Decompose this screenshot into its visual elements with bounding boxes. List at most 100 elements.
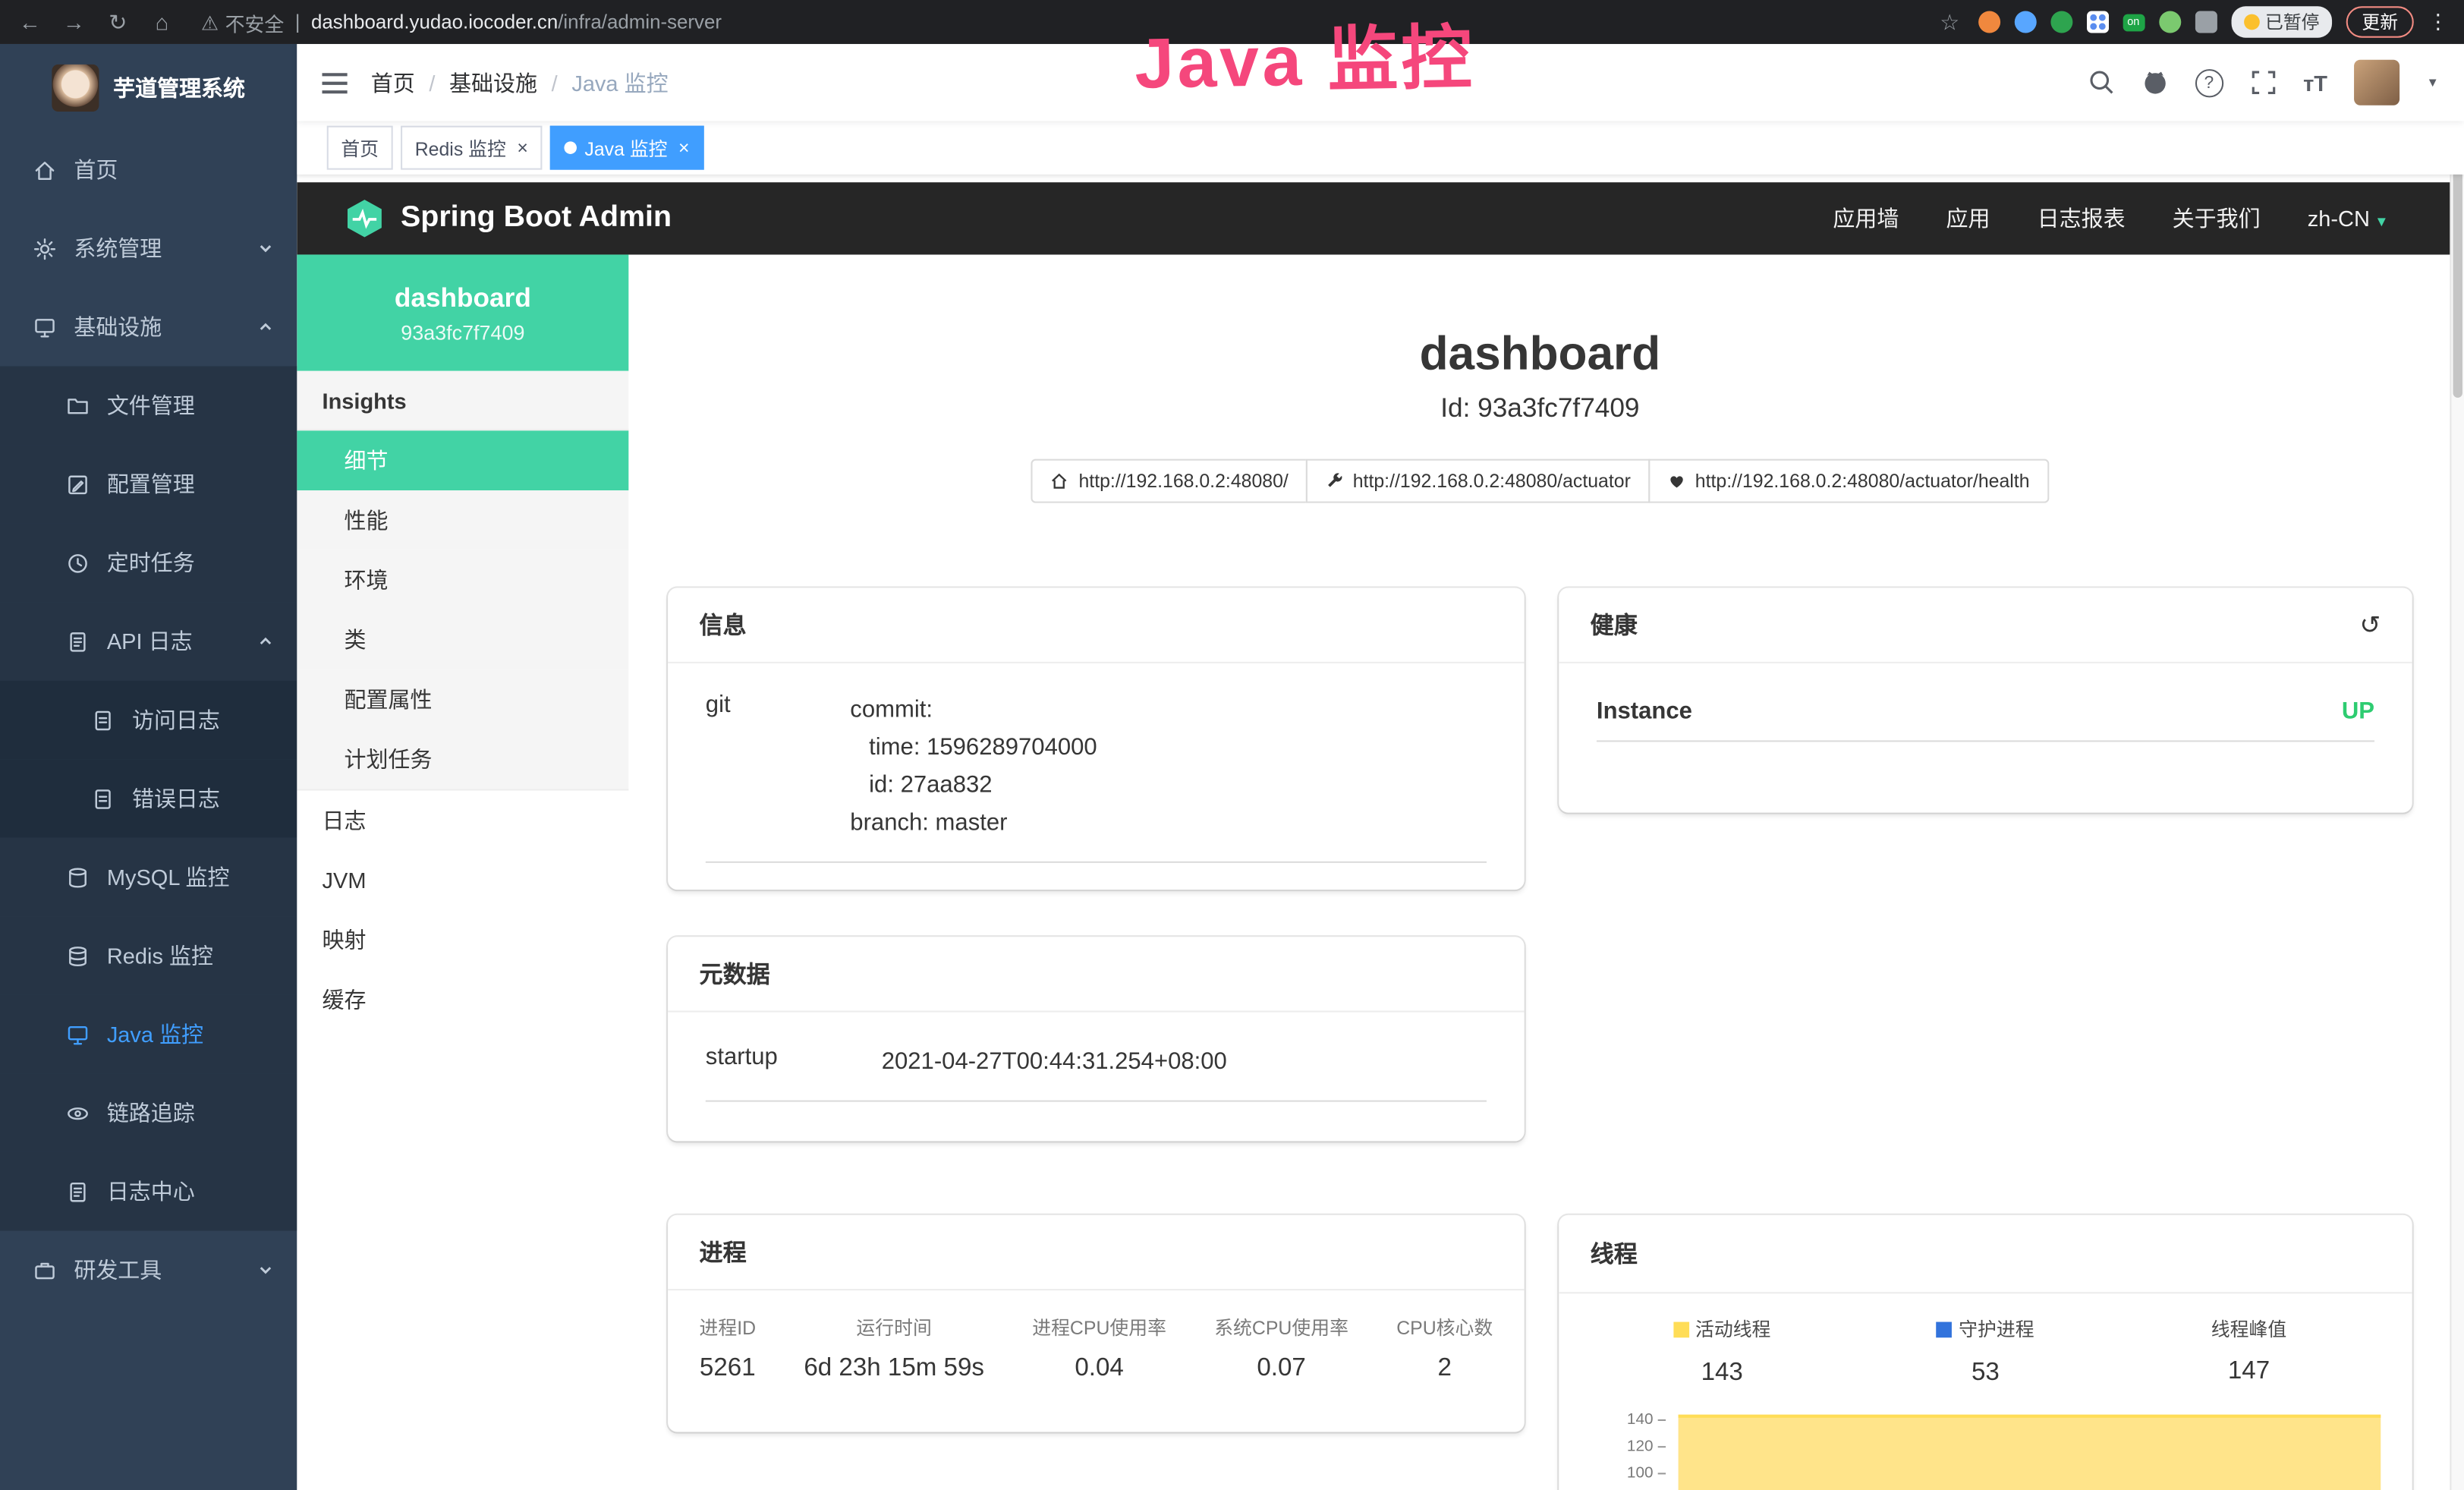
- extension-on-badge[interactable]: on: [2123, 14, 2145, 31]
- legend-label: 守护进程: [1959, 1315, 2034, 1342]
- close-icon[interactable]: ×: [517, 137, 528, 159]
- tab-redis-monitor[interactable]: Redis 监控 ×: [401, 126, 542, 170]
- breadcrumb-item[interactable]: 首页: [371, 67, 415, 98]
- sba-menu-classes[interactable]: 类: [297, 610, 628, 669]
- sidebar-item-file-mgmt[interactable]: 文件管理: [0, 366, 297, 445]
- history-icon[interactable]: ↺: [2360, 609, 2381, 640]
- sidebar-item-label: API 日志: [107, 625, 193, 657]
- sidebar-item-dev-tools[interactable]: 研发工具: [0, 1230, 297, 1309]
- sba-menu-jvm[interactable]: JVM: [297, 850, 628, 910]
- top-header: 首页 / 基础设施 / Java 监控 ? тT ▼: [297, 44, 2464, 121]
- avatar[interactable]: [2354, 60, 2399, 106]
- sba-locale-select[interactable]: zh-CN▼: [2308, 206, 2389, 231]
- threads-card-title: 线程: [1591, 1237, 1638, 1270]
- stat-pid: 进程ID 5261: [700, 1314, 757, 1383]
- sba-menu-metrics[interactable]: 性能: [297, 490, 628, 550]
- main-column: 首页 / 基础设施 / Java 监控 ? тT ▼: [297, 44, 2464, 1490]
- sba-menu-logs[interactable]: 日志: [297, 791, 628, 851]
- health-instance-label: Instance: [1597, 698, 1692, 724]
- legend-value: 143: [1591, 1359, 1854, 1387]
- extension-icon-3[interactable]: [2050, 11, 2072, 33]
- extension-icon-5[interactable]: [2158, 11, 2180, 33]
- paused-badge[interactable]: 已暂停: [2231, 6, 2333, 37]
- security-warning[interactable]: ⚠ 不安全: [201, 7, 284, 36]
- tab-home[interactable]: 首页: [327, 126, 393, 170]
- sidebar-item-scheduled-jobs[interactable]: 定时任务: [0, 524, 297, 603]
- sba-menu-environment[interactable]: 环境: [297, 550, 628, 610]
- actuator-url-link[interactable]: http://192.168.0.2:48080/actuator: [1306, 459, 1650, 503]
- sidebar-item-home[interactable]: 首页: [0, 131, 297, 209]
- tab-java-monitor[interactable]: Java 监控 ×: [550, 126, 703, 170]
- avatar-caret-icon[interactable]: ▼: [2426, 75, 2438, 90]
- breadcrumb-item[interactable]: 基础设施: [449, 67, 537, 98]
- health-url-link[interactable]: http://192.168.0.2:48080/actuator/health: [1648, 459, 2049, 503]
- legend-value: 53: [1854, 1359, 2117, 1387]
- fullscreen-icon[interactable]: [2250, 69, 2277, 96]
- help-icon[interactable]: ?: [2195, 68, 2223, 96]
- forward-icon[interactable]: →: [60, 9, 88, 34]
- extension-icon-4[interactable]: [2086, 11, 2108, 33]
- close-icon[interactable]: ×: [678, 137, 690, 159]
- paused-label: 已暂停: [2265, 9, 2319, 34]
- url-host: dashboard.yudao.iocoder.cn: [311, 11, 558, 33]
- sidebar-item-log-center[interactable]: 日志中心: [0, 1152, 297, 1231]
- update-button[interactable]: 更新: [2346, 6, 2414, 37]
- bookmark-star-icon[interactable]: ☆: [1936, 8, 1964, 35]
- y-tick: 140: [1591, 1411, 1654, 1429]
- sidebar-item-label: Redis 监控: [107, 940, 213, 971]
- health-card-body: Instance UP: [1559, 663, 2412, 764]
- sidebar-item-java-monitor[interactable]: Java 监控: [0, 995, 297, 1074]
- sidebar-item-redis-monitor[interactable]: Redis 监控: [0, 916, 297, 995]
- sba-nav-wallboard[interactable]: 应用墙: [1833, 203, 1899, 234]
- address-bar[interactable]: ⚠ 不安全 | dashboard.yudao.iocoder.cn/infra…: [201, 7, 1920, 36]
- search-icon[interactable]: [2088, 69, 2114, 96]
- sba-nav-about[interactable]: 关于我们: [2173, 203, 2261, 234]
- extension-puzzle-icon[interactable]: [2195, 11, 2217, 33]
- browser-menu-icon[interactable]: ⋮: [2428, 9, 2448, 34]
- sba-menu-section-insights: Insights: [297, 371, 628, 431]
- live-threads-area: [1679, 1414, 2381, 1490]
- admin-sidebar: 芋道管理系统 首页 系统管理 基础设施 文件管理: [0, 44, 297, 1490]
- sidebar-item-error-logs[interactable]: 错误日志: [0, 759, 297, 838]
- sba-main: dashboard Id: 93a3fc7f7409 http://192.16…: [628, 254, 2451, 1490]
- sidebar-item-tracing[interactable]: 链路追踪: [0, 1073, 297, 1152]
- sba-menu-details[interactable]: 细节: [297, 430, 628, 490]
- sba-menu-config-props[interactable]: 配置属性: [297, 669, 628, 729]
- sba-menu-mappings[interactable]: 映射: [297, 910, 628, 970]
- extension-icon-2[interactable]: [2014, 11, 2036, 33]
- page-scrollbar[interactable]: [2450, 44, 2464, 1490]
- monitor-icon: [66, 1022, 90, 1046]
- sba-brand[interactable]: Spring Boot Admin: [345, 198, 672, 239]
- sidebar-item-infrastructure[interactable]: 基础设施: [0, 288, 297, 367]
- github-icon[interactable]: [2141, 69, 2168, 96]
- chrome-toolbar: ☆ on 已暂停 更新 ⋮: [1936, 6, 2449, 37]
- back-icon[interactable]: ←: [16, 9, 44, 34]
- process-card-title: 进程: [700, 1236, 747, 1268]
- sidebar-item-mysql-monitor[interactable]: MySQL 监控: [0, 838, 297, 917]
- y-tick: 100: [1591, 1464, 1654, 1482]
- sidebar-item-config-mgmt[interactable]: 配置管理: [0, 445, 297, 524]
- extension-icon-1[interactable]: [1978, 11, 2000, 33]
- breadcrumb-item-current: Java 监控: [571, 67, 668, 98]
- heart-icon: [1667, 471, 1686, 490]
- health-instance-row[interactable]: Instance UP: [1597, 698, 2374, 742]
- sidebar-item-label: 文件管理: [107, 390, 195, 421]
- service-url-link[interactable]: http://192.168.0.2:48080/: [1031, 459, 1307, 503]
- sba-menu-scheduled-tasks[interactable]: 计划任务: [297, 729, 628, 791]
- sidebar-item-access-logs[interactable]: 访问日志: [0, 681, 297, 760]
- home-icon[interactable]: ⌂: [148, 9, 176, 34]
- viewport: ← → ↻ ⌂ ⚠ 不安全 | dashboard.yudao.iocoder.…: [0, 0, 2464, 1490]
- sba-menu-caches[interactable]: 缓存: [297, 970, 628, 1030]
- stat-label: 运行时间: [804, 1314, 984, 1340]
- sba-nav-journal[interactable]: 日志报表: [2038, 203, 2126, 234]
- app-logo-row[interactable]: 芋道管理系统: [0, 44, 297, 131]
- instance-header[interactable]: dashboard 93a3fc7f7409: [297, 254, 628, 370]
- sidebar-item-api-logs[interactable]: API 日志: [0, 602, 297, 681]
- sidebar-item-system-mgmt[interactable]: 系统管理: [0, 209, 297, 288]
- hamburger-icon[interactable]: [320, 71, 348, 93]
- sba-nav-applications[interactable]: 应用: [1946, 203, 1990, 234]
- home-icon: [33, 158, 56, 181]
- document-icon: [66, 629, 90, 653]
- font-size-icon[interactable]: тT: [2303, 70, 2327, 95]
- reload-icon[interactable]: ↻: [104, 8, 132, 35]
